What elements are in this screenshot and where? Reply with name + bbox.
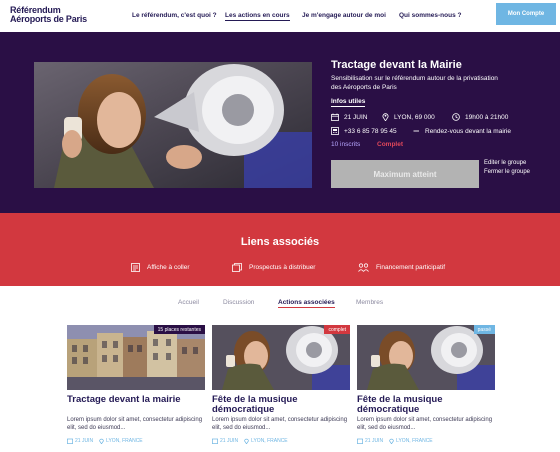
event-title: Tractage devant la Mairie [331, 59, 462, 71]
poster-icon [131, 263, 140, 272]
card-excerpt: Lorem ipsum dolor sit amet, consectetur … [67, 417, 203, 431]
calendar-icon [212, 438, 218, 444]
related-link-crowdfunding[interactable]: Financement participatif [358, 263, 445, 272]
nav-item-engage[interactable]: Je m'engage autour de moi [302, 12, 386, 19]
site-logo[interactable]: Référendum Aéroports de Paris [10, 6, 90, 24]
status-badge: Complet [377, 141, 403, 148]
card-date: 21 JUIN [220, 438, 239, 444]
event-date: 21 JUIN [331, 113, 367, 121]
event-location-text: LYON, 69 000 [394, 113, 435, 121]
card-title[interactable]: Tractage devant la mairie [67, 395, 205, 405]
nav-item-actions[interactable]: Les actions en cours [225, 12, 290, 21]
dash-icon [413, 130, 419, 132]
register-button[interactable]: Maximum atteint [331, 160, 479, 188]
card-date: 21 JUIN [365, 438, 384, 444]
calendar-icon [67, 438, 73, 444]
card-excerpt: Lorem ipsum dolor sit amet, consectetur … [212, 417, 348, 431]
location-pin-icon [244, 438, 249, 444]
event-time-text: 19h00 à 21h00 [465, 113, 509, 121]
places-badge: 15 places restantes [153, 325, 205, 334]
tab-membres[interactable]: Membres [356, 299, 383, 306]
tab-discussion[interactable]: Discussion [223, 299, 254, 306]
card-photo: passé [357, 325, 495, 390]
status-badge: complet [324, 325, 350, 334]
infos-utiles-heading: Infos utiles [331, 98, 366, 107]
location-pin-icon [382, 113, 389, 121]
tab-actions-associees[interactable]: Actions associées [278, 299, 335, 308]
location-pin-icon [99, 438, 104, 444]
crowdfunding-icon [358, 263, 369, 272]
event-description: Sensibilisation sur le référendum autour… [331, 75, 498, 91]
status-badge: passé [473, 325, 495, 334]
action-card[interactable]: complet Fête de la musique démocratique … [212, 325, 350, 452]
megaphone-woman-photo [357, 325, 495, 390]
close-group-link[interactable]: Fermer le groupe [484, 169, 530, 175]
logo-line-2: Aéroports de Paris [10, 14, 87, 24]
edit-group-link[interactable]: Editer le groupe [484, 160, 526, 166]
event-photo [34, 62, 312, 188]
nav-item-referendum[interactable]: Le référendum, c'est quoi ? [132, 12, 217, 19]
townhall-photo [67, 325, 205, 390]
megaphone-woman-photo [34, 62, 312, 188]
event-location: LYON, 69 000 [382, 113, 435, 121]
event-phone: +33 6 85 78 95 45 [331, 127, 397, 135]
clock-icon [452, 113, 460, 121]
card-meta: 21 JUIN LYON, FRANCE [212, 438, 294, 444]
related-link-poster[interactable]: Affiche à coller [131, 263, 190, 272]
event-hero: Tractage devant la Mairie Sensibilisatio… [0, 32, 560, 213]
card-location: LYON, FRANCE [396, 438, 433, 444]
megaphone-woman-photo [212, 325, 350, 390]
account-button[interactable]: Mon Compte [496, 3, 556, 25]
nav-item-about[interactable]: Qui sommes-nous ? [399, 12, 461, 19]
related-links-title: Liens associés [240, 236, 320, 248]
action-card[interactable]: passé Fête de la musique démocratique Lo… [357, 325, 495, 452]
flyer-icon [232, 263, 242, 272]
registered-count: 10 inscrits [331, 141, 361, 148]
event-meeting-text: Rendez-vous devant la mairie [425, 127, 511, 135]
card-title[interactable]: Fête de la musique démocratique [357, 395, 495, 414]
related-link-flyer[interactable]: Prospectus à distribuer [232, 263, 315, 272]
card-meta: 21 JUIN LYON, FRANCE [67, 438, 149, 444]
related-links-section: Liens associés Affiche à coller Prospect… [0, 213, 560, 286]
tab-accueil[interactable]: Accueil [178, 299, 199, 306]
action-card[interactable]: 15 places restantes Tractage devant la m… [67, 325, 205, 452]
related-link-label: Prospectus à distribuer [249, 264, 316, 271]
related-link-label: Affiche à coller [147, 264, 190, 271]
event-time: 19h00 à 21h00 [452, 113, 508, 121]
related-link-label: Financement participatif [376, 264, 446, 271]
calendar-icon [331, 113, 339, 121]
card-meta: 21 JUIN LYON, FRANCE [357, 438, 439, 444]
card-date: 21 JUIN [75, 438, 94, 444]
calendar-icon [357, 438, 363, 444]
event-phone-text: +33 6 85 78 95 45 [344, 127, 397, 135]
card-excerpt: Lorem ipsum dolor sit amet, consectetur … [357, 417, 493, 431]
card-photo: 15 places restantes [67, 325, 205, 390]
location-pin-icon [389, 438, 394, 444]
event-meeting: Rendez-vous devant la mairie [413, 127, 511, 135]
event-date-text: 21 JUIN [344, 113, 368, 121]
site-header: Référendum Aéroports de Paris Le référen… [0, 0, 560, 32]
phone-icon [331, 127, 339, 135]
card-photo: complet [212, 325, 350, 390]
card-title[interactable]: Fête de la musique démocratique [212, 395, 350, 414]
card-location: LYON, FRANCE [106, 438, 143, 444]
card-location: LYON, FRANCE [251, 438, 288, 444]
